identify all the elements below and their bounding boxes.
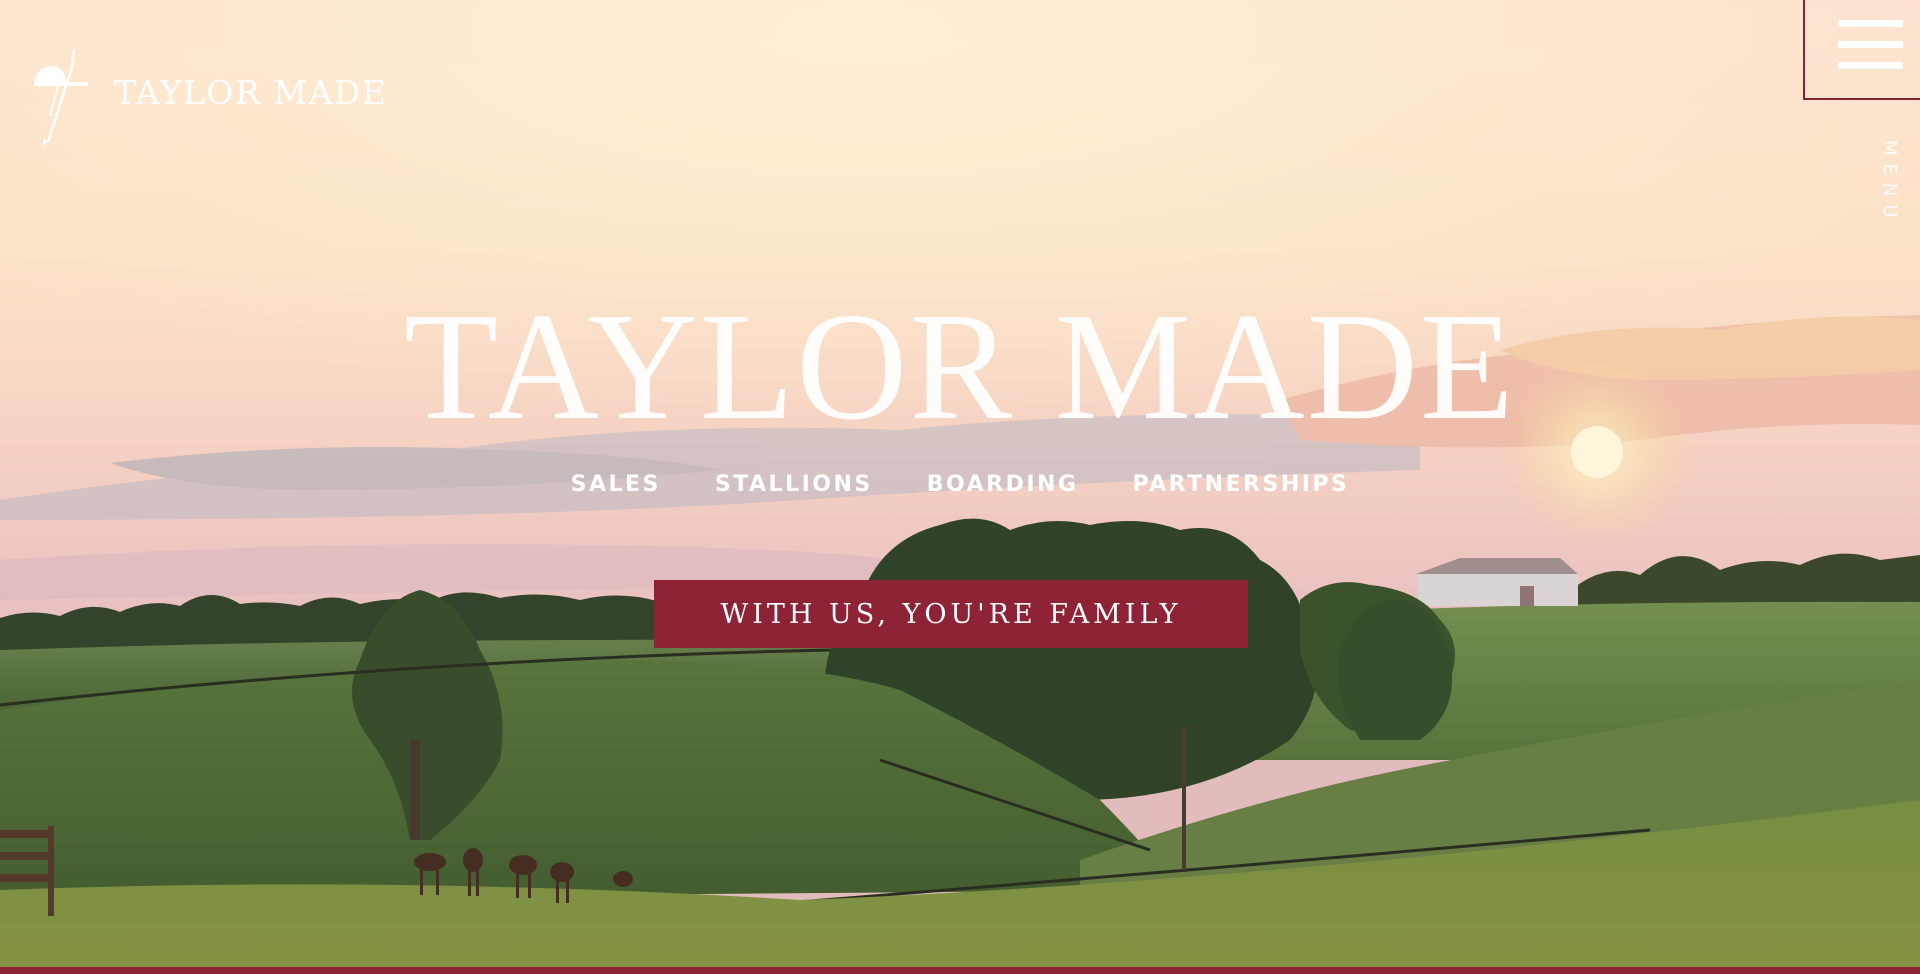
hero-nav: SALES STALLIONS BOARDING PARTNERSHIPS xyxy=(0,472,1920,497)
jockey-cap-whip-icon xyxy=(34,49,88,146)
nav-link-stallions[interactable]: STALLIONS xyxy=(715,472,873,497)
family-cta-button[interactable]: WITH US, YOU'RE FAMILY xyxy=(654,580,1248,648)
nav-link-sales[interactable]: SALES xyxy=(571,472,661,497)
hero: TAYLOR MADE MENU TAYLOR MADE SALES STALL… xyxy=(0,0,1920,974)
menu-button[interactable] xyxy=(1803,0,1920,100)
logo-text: TAYLOR MADE xyxy=(114,72,388,112)
hamburger-icon xyxy=(1838,20,1903,27)
hamburger-bar xyxy=(1838,62,1903,69)
menu-label[interactable]: MENU xyxy=(1879,140,1900,226)
hamburger-bar xyxy=(1838,41,1903,48)
logo-link[interactable]: TAYLOR MADE xyxy=(28,46,387,150)
hero-title: TAYLOR MADE xyxy=(404,282,1516,452)
bottom-accent-bar xyxy=(0,967,1920,974)
nav-link-boarding[interactable]: BOARDING xyxy=(927,472,1079,497)
nav-link-partnerships[interactable]: PARTNERSHIPS xyxy=(1133,472,1350,497)
